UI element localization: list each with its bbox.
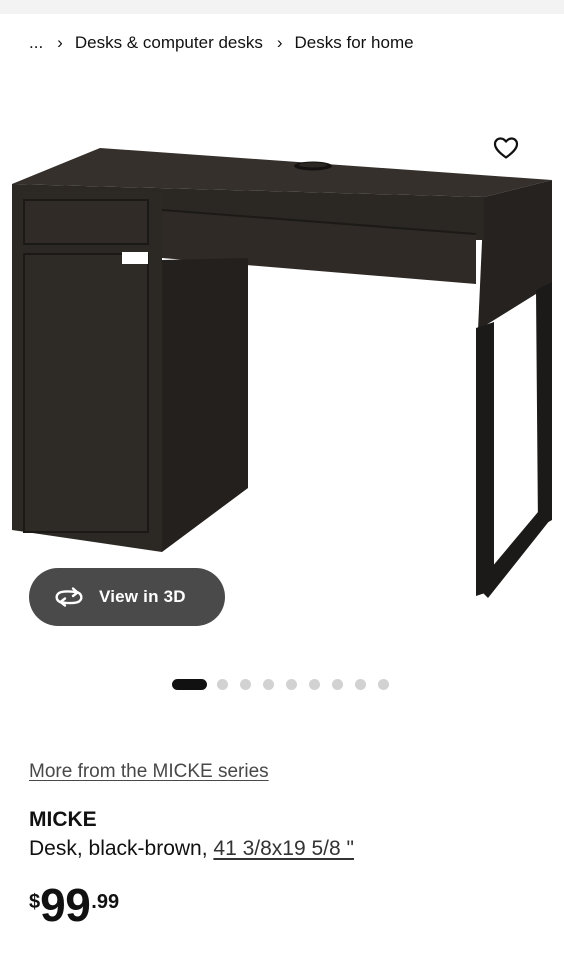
gallery-dot[interactable] [240,678,251,690]
breadcrumb-separator: › [276,33,283,52]
breadcrumb: ... › Desks & computer desks › Desks for… [29,33,414,53]
gallery-dot[interactable] [378,678,389,690]
status-bar-strip [0,0,564,14]
breadcrumb-item-desks-computer-desks[interactable]: Desks & computer desks [75,33,263,53]
price-integer: 99 [40,879,91,931]
gallery-dot[interactable] [286,678,297,690]
breadcrumb-separator: › [57,33,63,52]
price-currency: $ [29,891,41,913]
gallery-dot[interactable] [355,678,366,690]
gallery-pagination [172,677,401,691]
gallery-dot[interactable] [332,678,343,690]
product-dimensions-link[interactable]: 41 3/8x19 5/8 " [213,837,354,860]
view-in-3d-label: View in 3D [99,587,186,606]
product-price: $ 99 .99 [29,882,119,928]
product-name: MICKE [29,808,97,831]
rotate-3d-icon [55,587,83,607]
product-image-desk [12,148,552,598]
gallery-dot[interactable] [263,678,274,690]
product-description-text: Desk, black-brown, [29,837,214,860]
favorite-button[interactable] [490,133,522,163]
breadcrumb-item-desks-for-home[interactable]: Desks for home [295,33,414,53]
gallery-dot[interactable] [217,678,228,690]
gallery-dot[interactable] [309,678,320,690]
gallery-dot-active[interactable] [172,678,207,690]
view-in-3d-button[interactable]: View in 3D [29,568,225,626]
series-link[interactable]: More from the MICKE series [29,761,269,783]
price-decimal: .99 [91,891,120,913]
product-description: Desk, black-brown, 41 3/8x19 5/8 " [29,837,354,861]
heart-outline-icon [493,137,519,159]
breadcrumb-more[interactable]: ... [29,33,43,53]
